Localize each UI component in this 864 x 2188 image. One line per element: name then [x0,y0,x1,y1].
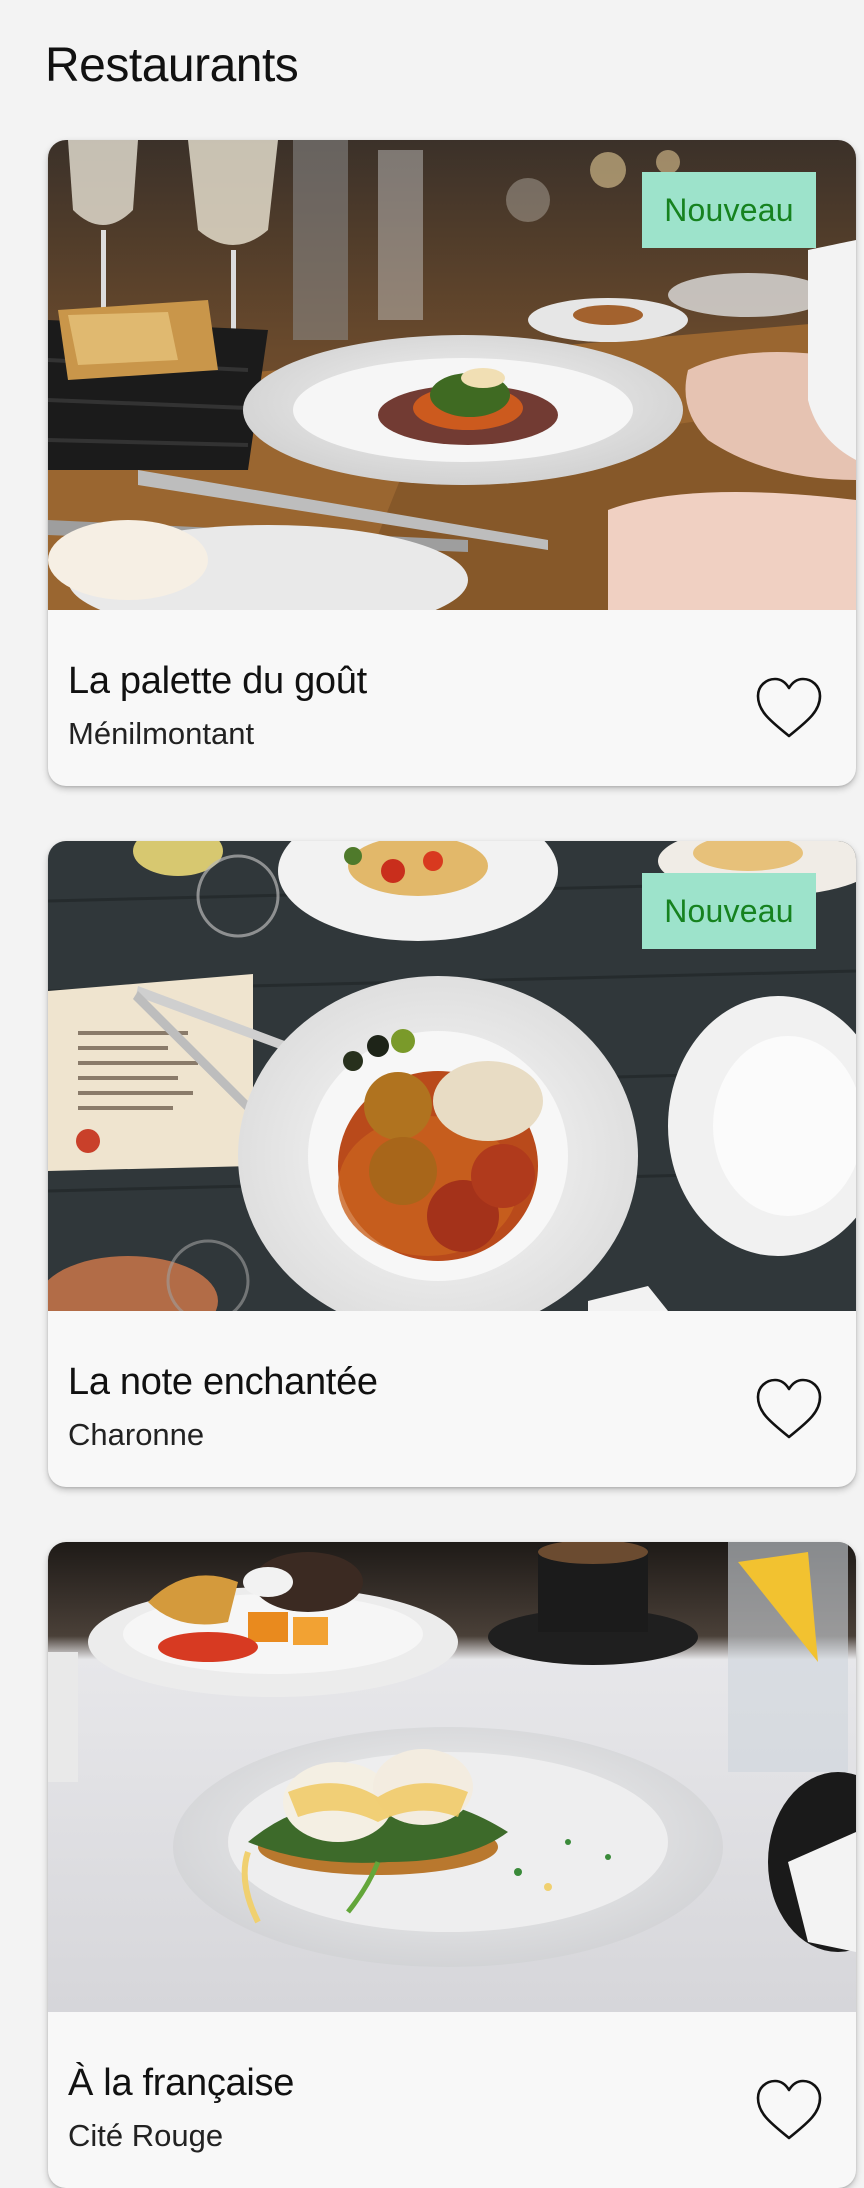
new-badge: Nouveau [642,873,816,949]
restaurant-district: Cité Rouge [68,2118,224,2153]
new-badge: Nouveau [642,172,816,248]
restaurant-card[interactable]: À la française Cité Rouge [48,1542,856,2188]
heart-outline-icon [756,677,822,738]
restaurant-info: La note enchantée Charonne [48,1311,856,1487]
restaurant-card[interactable]: Nouveau La note enchantée Charonne [48,841,856,1487]
restaurant-info: La palette du goût Ménilmontant [48,610,856,786]
restaurant-name: À la française [68,2062,295,2104]
favorite-button[interactable] [754,676,824,740]
restaurant-info: À la française Cité Rouge [48,2012,856,2188]
restaurant-name: La palette du goût [68,660,367,702]
favorite-button[interactable] [754,2078,824,2142]
restaurant-name: La note enchantée [68,1361,378,1403]
restaurant-district: Ménilmontant [68,716,255,751]
heart-outline-icon [756,2079,822,2140]
restaurant-district: Charonne [68,1417,205,1452]
restaurant-photo [48,1542,856,2012]
heart-outline-icon [756,1378,822,1439]
favorite-button[interactable] [754,1377,824,1441]
page-title: Restaurants [45,39,299,92]
restaurant-card[interactable]: Nouveau La palette du goût Ménilmontant [48,140,856,786]
